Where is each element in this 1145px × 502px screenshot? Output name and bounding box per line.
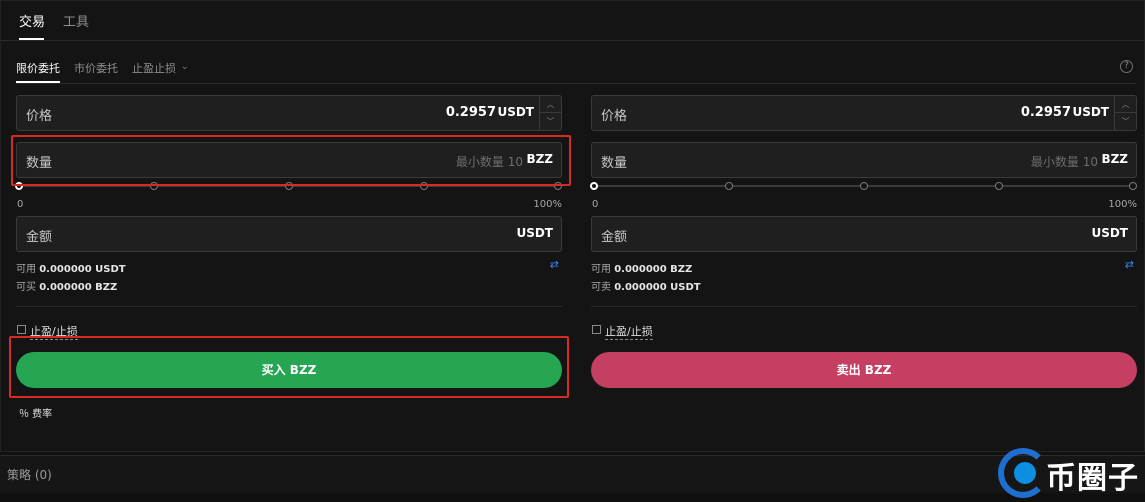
buy-amount-unit: USDT: [516, 226, 553, 240]
max-buy-value: 0.000000 BZZ: [39, 282, 118, 293]
stepper-up-icon[interactable]: ︿: [540, 96, 561, 113]
divider: [591, 306, 1137, 307]
buy-quantity-slider[interactable]: [15, 182, 562, 190]
max-sell-label: 可卖: [591, 282, 611, 293]
sell-max-sell: 可卖 0.000000 USDT: [591, 278, 701, 293]
available-label: 可用: [591, 264, 611, 275]
sell-quantity-slider[interactable]: [590, 182, 1137, 190]
slider-mark-25[interactable]: [150, 182, 158, 190]
sell-amount-input[interactable]: 金额 USDT: [591, 216, 1137, 252]
sell-quantity-unit: BZZ: [1101, 152, 1128, 166]
sell-price-input[interactable]: 价格 0.2957 USDT ︿ ﹀: [591, 95, 1137, 131]
buy-quantity-input[interactable]: 数量 最小数量 10 BZZ: [16, 142, 562, 178]
buy-price-unit: USDT: [497, 105, 534, 119]
sell-price-label: 价格: [601, 109, 628, 124]
sell-amount-label: 金额: [601, 230, 628, 245]
bottom-edge: [0, 494, 1145, 502]
tpsl-label[interactable]: 止盈/止损: [605, 323, 653, 340]
max-buy-label: 可买: [16, 282, 36, 293]
buy-button[interactable]: 买入 BZZ: [16, 352, 562, 388]
strategy-bar: 策略 (0): [0, 455, 1145, 492]
tpsl-checkbox[interactable]: [17, 325, 26, 334]
sell-button[interactable]: 卖出 BZZ: [591, 352, 1137, 388]
sell-price-stepper: ︿ ﹀: [1114, 96, 1136, 130]
buy-amount-label: 金额: [26, 230, 53, 245]
buy-quantity-unit: BZZ: [526, 152, 553, 166]
slider-mark-75[interactable]: [420, 182, 428, 190]
slider-mark-50[interactable]: [860, 182, 868, 190]
buy-price-stepper: ︿ ﹀: [539, 96, 561, 130]
fee-rate-link[interactable]: ％ 费率: [19, 405, 52, 420]
buy-quantity-label: 数量: [26, 156, 53, 171]
buy-quantity-placeholder: 最小数量 10: [455, 155, 523, 169]
slider-mark-75[interactable]: [995, 182, 1003, 190]
tpsl-label[interactable]: 止盈/止损: [30, 323, 78, 340]
sell-quantity-input[interactable]: 数量 最小数量 10 BZZ: [591, 142, 1137, 178]
slider-min-label: 0: [592, 199, 599, 210]
slider-max-label: 100%: [533, 199, 562, 210]
divider: [16, 306, 562, 307]
sell-price-unit: USDT: [1072, 105, 1109, 119]
buy-column: 价格 0.2957 USDT ︿ ﹀ 数量 最小数量 10 BZZ 0 100%…: [15, 1, 563, 453]
slider-mark-100[interactable]: [554, 182, 562, 190]
available-value: 0.000000 USDT: [39, 264, 126, 275]
sell-available: 可用 0.000000 BZZ: [591, 260, 692, 275]
slider-handle[interactable]: [15, 182, 23, 190]
slider-mark-100[interactable]: [1129, 182, 1137, 190]
watermark-logo: 币圈子: [994, 444, 1144, 502]
sell-quantity-label: 数量: [601, 156, 628, 171]
slider-max-label: 100%: [1108, 199, 1137, 210]
stepper-down-icon[interactable]: ﹀: [540, 113, 561, 130]
buy-amount-input[interactable]: 金额 USDT: [16, 216, 562, 252]
buy-price-value: 0.2957: [445, 105, 496, 120]
sell-price-value: 0.2957: [1020, 105, 1071, 120]
sell-column: 价格 0.2957 USDT ︿ ﹀ 数量 最小数量 10 BZZ 0 100%…: [590, 1, 1138, 453]
max-sell-value: 0.000000 USDT: [614, 282, 701, 293]
slider-handle[interactable]: [590, 182, 598, 190]
tpsl-checkbox[interactable]: [592, 325, 601, 334]
sell-quantity-placeholder: 最小数量 10: [1030, 155, 1098, 169]
trade-panel: 交易 工具 限价委托 市价委托 止盈止损 ⌄ ? 价格 0.2957 USDT …: [0, 0, 1145, 452]
logo-dot-icon: [1014, 462, 1036, 484]
buy-price-label: 价格: [26, 109, 53, 124]
available-label: 可用: [16, 264, 36, 275]
sell-amount-unit: USDT: [1091, 226, 1128, 240]
watermark-text: 币圈子: [1046, 461, 1139, 496]
buy-price-input[interactable]: 价格 0.2957 USDT ︿ ﹀: [16, 95, 562, 131]
transfer-icon[interactable]: ⇄: [550, 258, 559, 271]
slider-mark-25[interactable]: [725, 182, 733, 190]
available-value: 0.000000 BZZ: [614, 264, 693, 275]
stepper-up-icon[interactable]: ︿: [1115, 96, 1136, 113]
slider-mark-50[interactable]: [285, 182, 293, 190]
strategy-tab[interactable]: 策略 (0): [7, 466, 52, 483]
buy-available: 可用 0.000000 USDT: [16, 260, 126, 275]
transfer-icon[interactable]: ⇄: [1125, 258, 1134, 271]
slider-min-label: 0: [17, 199, 24, 210]
buy-max-buy: 可买 0.000000 BZZ: [16, 278, 117, 293]
stepper-down-icon[interactable]: ﹀: [1115, 113, 1136, 130]
